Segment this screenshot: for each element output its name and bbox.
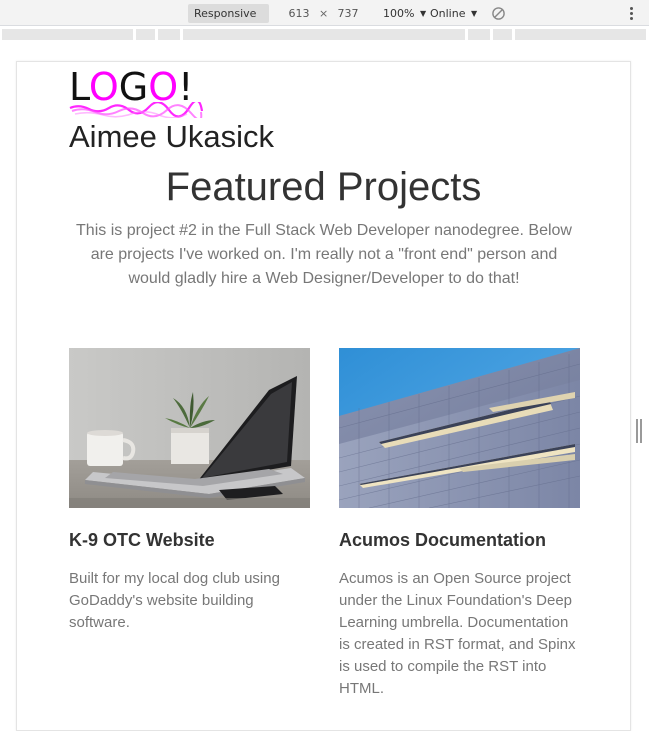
project-title[interactable]: K-9 OTC Website <box>69 529 310 551</box>
chevron-down-icon: ▼ <box>470 9 478 18</box>
project-description: Built for my local dog club using GoDadd… <box>69 570 280 631</box>
emulated-page: LOGO! Aimee Ukasick Featured Projects Th… <box>16 61 631 731</box>
media-query-segment[interactable] <box>493 29 512 40</box>
devtools-device-toolbar: Responsive ▼ 613 × 737 100% ▼ Online ▼ <box>0 0 649 37</box>
device-select-label: Responsive <box>194 7 257 20</box>
throttle-select[interactable]: Online ▼ <box>424 4 483 23</box>
laptop-on-desk-photo[interactable] <box>69 348 310 508</box>
viewport-height-input[interactable]: 737 <box>326 4 370 23</box>
logo-underline-scribble <box>69 102 203 118</box>
site-logo[interactable]: LOGO! <box>69 66 204 118</box>
viewport-resize-handle[interactable] <box>636 419 642 443</box>
page-title: Featured Projects <box>165 165 482 209</box>
author-name: Aimee Ukasick <box>69 119 274 154</box>
media-query-segment[interactable] <box>158 29 180 40</box>
media-query-segment[interactable] <box>136 29 155 40</box>
project-card[interactable]: K-9 OTC Website Built for my local dog c… <box>69 348 310 634</box>
project-card[interactable]: Acumos Documentation Acumos is an Open S… <box>339 348 580 700</box>
zoom-select-label: 100% <box>383 7 415 20</box>
intro-paragraph: This is project #2 in the Full Stack Web… <box>76 222 572 287</box>
device-select[interactable]: Responsive ▼ <box>188 4 269 37</box>
media-query-segment[interactable] <box>183 29 465 40</box>
throttle-select-label: Online <box>430 7 466 20</box>
building-facade-photo[interactable] <box>339 348 580 508</box>
rotate-icon[interactable] <box>491 6 506 21</box>
media-query-segment[interactable] <box>468 29 490 40</box>
project-description: Acumos is an Open Source project under t… <box>339 570 576 697</box>
media-query-segment[interactable] <box>515 29 646 40</box>
media-query-bar <box>0 26 649 43</box>
project-title[interactable]: Acumos Documentation <box>339 529 580 551</box>
more-options-icon[interactable] <box>624 5 638 22</box>
media-query-segment[interactable] <box>2 29 133 40</box>
viewport-width-input[interactable]: 613 <box>277 4 321 23</box>
